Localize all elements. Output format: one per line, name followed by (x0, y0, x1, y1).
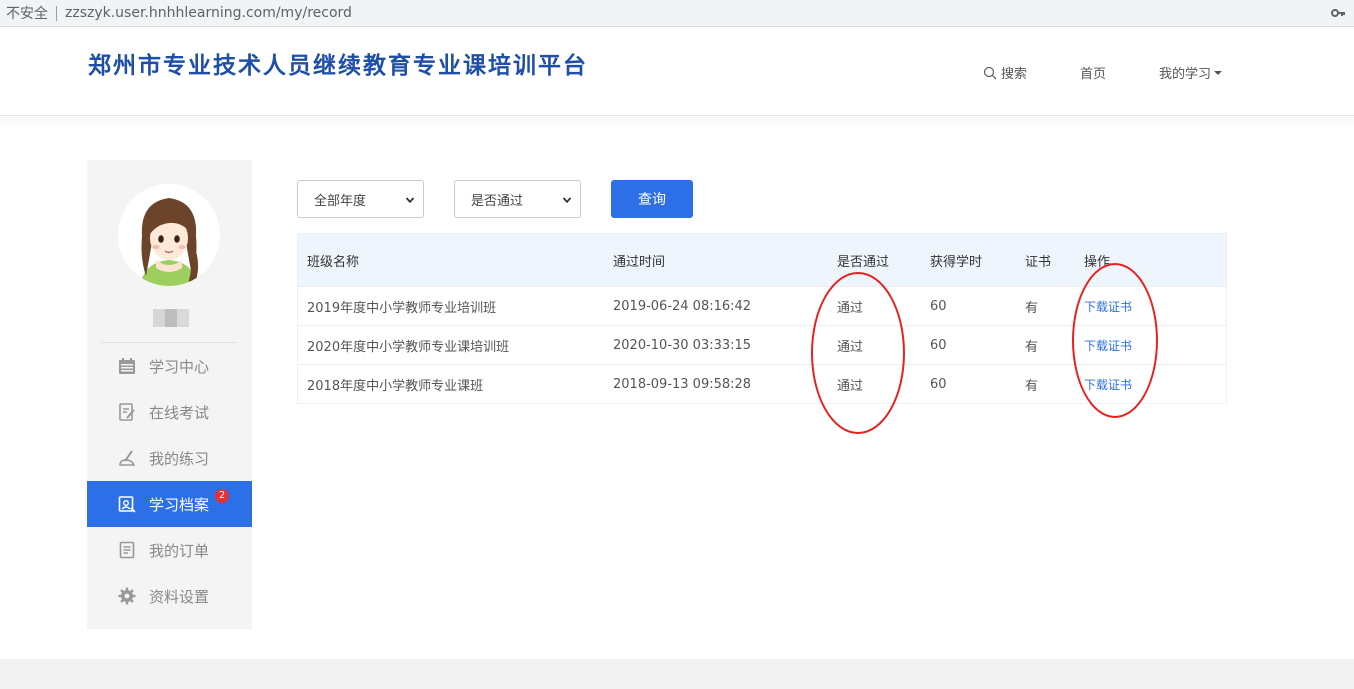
sidebar-item-profile-settings[interactable]: 资料设置 (87, 573, 252, 619)
pass-status-select[interactable]: 是否通过 (454, 180, 581, 218)
cell-hours: 60 (930, 376, 947, 392)
sidebar-item-label: 我的订单 (149, 541, 210, 560)
header-shadow-band (0, 117, 1354, 127)
cell-pass-time: 2018-09-13 09:58:28 (613, 376, 752, 392)
nav-home[interactable]: 首页 (1080, 63, 1106, 82)
col-header-hours: 获得学时 (930, 254, 983, 270)
search-icon (983, 66, 997, 79)
page-footer (0, 659, 1354, 689)
cell-class-name: 2018年度中小学教师专业课班 (307, 378, 484, 394)
key-icon[interactable] (1330, 5, 1346, 21)
sidebar-item-label: 在线考试 (149, 403, 210, 422)
sidebar-item-label: 学习中心 (149, 357, 210, 376)
url-text[interactable]: zzszyk.user.hnhhlearning.com/my/record (65, 5, 352, 21)
site-title[interactable]: 郑州市专业技术人员继续教育专业课培训平台 (88, 46, 588, 80)
col-header-pass-time: 通过时间 (613, 254, 666, 270)
practice-icon (117, 448, 137, 468)
address-divider (56, 5, 57, 21)
year-select[interactable]: 全部年度 (297, 180, 424, 218)
chevron-down-icon (405, 197, 415, 204)
nav-search[interactable]: 搜索 (983, 63, 1027, 82)
notification-badge: 2 (215, 489, 229, 503)
sidebar-item-study-center[interactable]: 学习中心 (87, 343, 252, 389)
chevron-down-icon (1214, 70, 1223, 75)
sidebar-item-label: 资料设置 (149, 587, 210, 606)
nav-my-study-label: 我的学习 (1159, 67, 1212, 82)
chevron-down-icon (562, 197, 572, 204)
cell-hours: 60 (930, 337, 947, 353)
table-header: 班级名称 通过时间 是否通过 获得学时 证书 操作 (298, 234, 1226, 286)
username-blurred (153, 309, 189, 327)
cell-pass-time: 2020-10-30 03:33:15 (613, 337, 752, 353)
cell-certificate: 有 (1025, 339, 1039, 355)
sidebar-item-my-practice[interactable]: 我的练习 (87, 435, 252, 481)
gear-icon (117, 586, 137, 606)
sidebar-item-my-orders[interactable]: 我的订单 (87, 527, 252, 573)
cell-class-name: 2019年度中小学教师专业培训班 (307, 300, 497, 316)
sidebar-item-label: 我的练习 (149, 449, 210, 468)
site-header: 郑州市专业技术人员继续教育专业课培训平台 搜索 首页 我的学习 (0, 28, 1354, 116)
cell-certificate: 有 (1025, 300, 1039, 316)
sidebar: 学习中心 在线考试 我的练习 学习档案 2 我的订单 资料设置 (87, 160, 252, 629)
pass-select-value: 是否通过 (471, 193, 524, 209)
sidebar-item-label: 学习档案 (149, 495, 210, 514)
security-label[interactable]: 不安全 (0, 3, 48, 23)
nav-search-label: 搜索 (1001, 67, 1028, 82)
col-header-certificate: 证书 (1025, 254, 1052, 270)
sidebar-item-study-archive[interactable]: 学习档案 2 (87, 481, 252, 527)
cell-hours: 60 (930, 298, 947, 314)
avatar-girl-icon (118, 184, 220, 286)
cell-pass-time: 2019-06-24 08:16:42 (613, 298, 752, 314)
nav-my-study[interactable]: 我的学习 (1159, 63, 1223, 82)
calendar-icon (117, 356, 137, 376)
annotation-ellipse-download (1072, 263, 1158, 418)
browser-address-bar[interactable]: 不安全 zzszyk.user.hnhhlearning.com/my/reco… (0, 0, 1354, 27)
query-button[interactable]: 查询 (611, 180, 693, 218)
year-select-value: 全部年度 (314, 193, 367, 209)
exam-icon (117, 402, 137, 422)
avatar[interactable] (118, 184, 220, 286)
sidebar-item-online-exam[interactable]: 在线考试 (87, 389, 252, 435)
archive-icon (117, 494, 137, 514)
cell-class-name: 2020年度中小学教师专业课培训班 (307, 339, 510, 355)
order-icon (117, 540, 137, 560)
col-header-class-name: 班级名称 (307, 254, 360, 270)
annotation-ellipse-passed (811, 272, 905, 434)
nav-home-label: 首页 (1080, 67, 1107, 82)
cell-certificate: 有 (1025, 378, 1039, 394)
sidebar-menu: 学习中心 在线考试 我的练习 学习档案 2 我的订单 资料设置 (87, 343, 252, 619)
